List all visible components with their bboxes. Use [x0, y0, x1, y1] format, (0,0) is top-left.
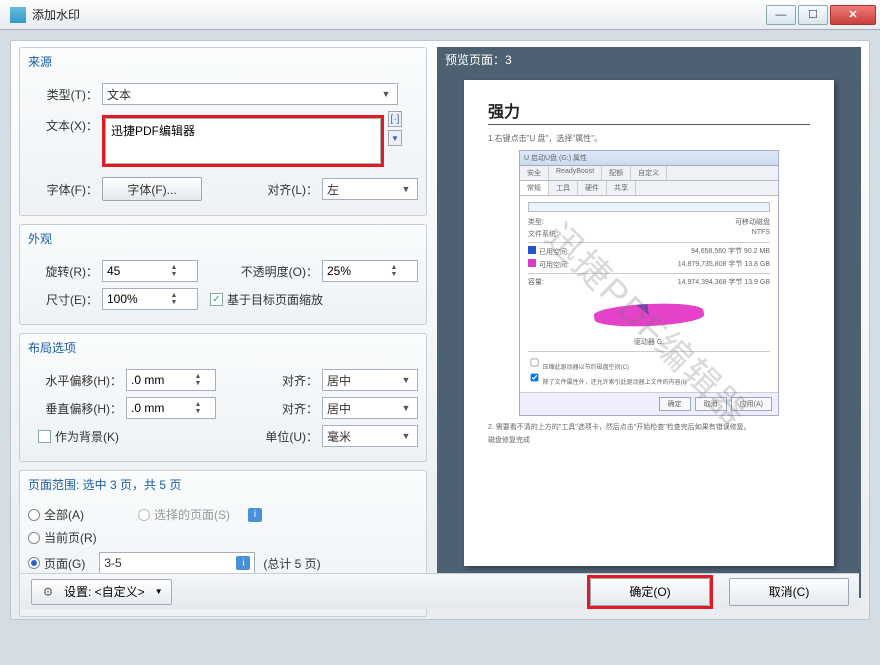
radio-selected-icon — [28, 557, 40, 569]
watermark-text-input[interactable] — [111, 122, 375, 160]
inner-screenshot: U 启动U盘 (G:) 属性 安全 ReadyBoost 配额 自定义 常规 工… — [519, 150, 779, 416]
radio-pages[interactable]: 页面(G) — [28, 555, 85, 572]
radio-icon — [28, 532, 40, 544]
rotate-input[interactable] — [107, 264, 167, 278]
info-icon[interactable]: i — [236, 556, 250, 570]
window-title: 添加水印 — [32, 6, 764, 23]
ok-button-highlight: 确定(O) — [587, 575, 713, 609]
chevron-down-icon[interactable]: ▼ — [167, 271, 181, 278]
align-select[interactable]: 左▼ — [322, 178, 418, 200]
size-spinner[interactable]: ▲▼ — [102, 288, 198, 310]
app-icon — [10, 7, 26, 23]
gear-icon: ⚙ — [40, 584, 56, 600]
chevron-up-icon[interactable]: ▲ — [191, 373, 205, 380]
radio-icon — [138, 509, 150, 521]
chevron-down-icon: ▼ — [379, 89, 393, 99]
size-label: 尺寸(E)： — [28, 291, 98, 308]
font-button[interactable]: 字体(F)... — [102, 177, 202, 201]
type-value: 文本 — [107, 86, 131, 103]
halign-label: 对齐： — [258, 372, 318, 389]
pages-input[interactable]: 3-5i — [99, 552, 255, 574]
hoffset-label: 水平偏移(H)： — [28, 372, 122, 389]
align-label: 对齐(L)： — [258, 181, 318, 198]
checkbox-icon — [38, 430, 51, 443]
minimize-button[interactable]: — — [766, 5, 796, 25]
checkbox-checked-icon: ✓ — [210, 293, 223, 306]
unit-label: 单位(U)： — [258, 428, 318, 445]
chevron-up-icon[interactable]: ▲ — [191, 401, 205, 408]
preview-label: 预览页面：3 — [437, 47, 861, 72]
chevron-down-icon: ▼ — [399, 184, 413, 194]
radio-all[interactable]: 全部(A) — [28, 506, 84, 523]
valign-label: 对齐： — [258, 400, 318, 417]
cancel-button[interactable]: 取消(C) — [729, 578, 849, 606]
group-source: 来源 类型(T)： 文本 ▼ 文本(X)： — [19, 47, 427, 216]
rotate-spinner[interactable]: ▲▼ — [102, 260, 198, 282]
ok-button[interactable]: 确定(O) — [590, 578, 710, 606]
preview-page: 强力 1.右键点击"U 盘"，选择"属性"。 U 启动U盘 (G:) 属性 安全… — [464, 80, 834, 566]
group-layout: 布局选项 水平偏移(H)： ▲▼ 对齐： 居中▼ 垂直偏移(H)： ▲▼ 对 — [19, 333, 427, 462]
chevron-up-icon[interactable]: ▲ — [387, 264, 401, 271]
voffset-label: 垂直偏移(H)： — [28, 400, 122, 417]
relative-scale-checkbox[interactable]: ✓ 基于目标页面缩放 — [210, 291, 323, 308]
radio-current[interactable]: 当前页(R) — [28, 529, 97, 546]
group-layout-title: 布局选项 — [20, 334, 426, 359]
voffset-input[interactable] — [131, 401, 191, 415]
voffset-spinner[interactable]: ▲▼ — [126, 397, 216, 419]
chevron-down-icon[interactable]: ▼ — [387, 271, 401, 278]
font-label: 字体(F)： — [28, 181, 98, 198]
doc-line1: 1.右键点击"U 盘"，选择"属性"。 — [488, 133, 810, 144]
rotate-label: 旋转(R)： — [28, 263, 98, 280]
opacity-label: 不透明度(O)： — [232, 263, 318, 280]
preview-area: 强力 1.右键点击"U 盘"，选择"属性"。 U 启动U盘 (G:) 属性 安全… — [437, 72, 861, 574]
type-label: 类型(T)： — [28, 86, 98, 103]
hoffset-spinner[interactable]: ▲▼ — [126, 369, 216, 391]
hoffset-input[interactable] — [131, 373, 191, 387]
text-field-highlight — [102, 115, 384, 167]
chevron-down-icon: ▼ — [399, 403, 413, 413]
chevron-down-icon: ▼ — [155, 587, 163, 596]
info-icon[interactable]: i — [248, 508, 262, 522]
valign-select[interactable]: 居中▼ — [322, 397, 418, 419]
settings-dropdown[interactable]: ⚙ 设置: <自定义> ▼ — [31, 579, 172, 605]
chevron-down-icon: ▼ — [399, 431, 413, 441]
opacity-input[interactable] — [327, 264, 387, 278]
chevron-down-icon[interactable]: ▼ — [167, 299, 181, 306]
close-button[interactable]: ✕ — [830, 5, 876, 25]
group-pagerange-title: 页面范围: 选中 3 页，共 5 页 — [20, 471, 426, 496]
chevron-up-icon[interactable]: ▲ — [167, 264, 181, 271]
doc-title: 强力 — [488, 98, 810, 122]
pages-total: (总计 5 页) — [263, 555, 320, 572]
macro-button[interactable]: [·] — [388, 111, 402, 127]
maximize-button[interactable]: ☐ — [798, 5, 828, 25]
text-label: 文本(X)： — [28, 111, 98, 134]
group-source-title: 来源 — [20, 48, 426, 73]
halign-select[interactable]: 居中▼ — [322, 369, 418, 391]
size-input[interactable] — [107, 292, 167, 306]
text-menu-button[interactable]: ▼ — [388, 130, 402, 146]
chevron-down-icon: ▼ — [399, 375, 413, 385]
chevron-down-icon[interactable]: ▼ — [191, 380, 205, 387]
radio-selected: 选择的页面(S) — [138, 506, 230, 523]
type-select[interactable]: 文本 ▼ — [102, 83, 398, 105]
chevron-up-icon[interactable]: ▲ — [167, 292, 181, 299]
opacity-spinner[interactable]: ▲▼ — [322, 260, 418, 282]
chevron-down-icon[interactable]: ▼ — [191, 408, 205, 415]
group-appearance-title: 外观 — [20, 225, 426, 250]
group-appearance: 外观 旋转(R)： ▲▼ 不透明度(O)： ▲▼ 尺寸(E)： ▲ — [19, 224, 427, 325]
radio-icon — [28, 509, 40, 521]
as-background-checkbox[interactable]: 作为背景(K) — [38, 428, 119, 445]
unit-select[interactable]: 毫米▼ — [322, 425, 418, 447]
